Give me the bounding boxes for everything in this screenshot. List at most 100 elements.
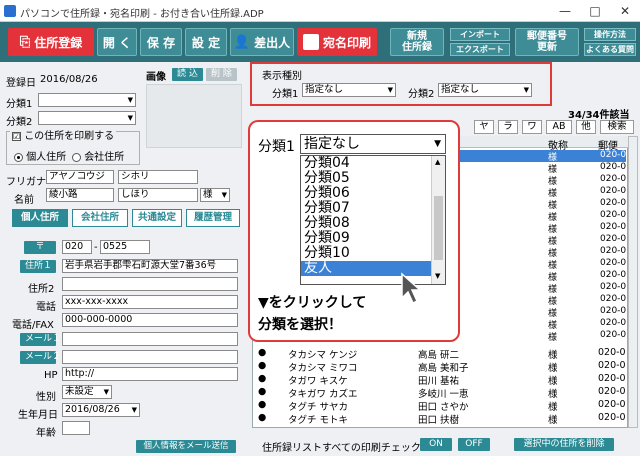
cat2-select[interactable]: ▼ (38, 111, 136, 125)
callout-cat-select[interactable]: 指定なし ▼ (300, 134, 446, 154)
table-row[interactable]: 様 020-0 (548, 174, 628, 187)
howto-button[interactable]: 操作方法 (584, 28, 636, 41)
tab-search[interactable]: 検索 (600, 120, 634, 134)
honorific-select[interactable]: 様 ▼ (200, 188, 230, 202)
birth-select[interactable]: 2016/08/26 ▼ (62, 403, 140, 417)
dropdown-option[interactable]: 分類04 (301, 156, 431, 171)
dropdown-option[interactable]: 分類05 (301, 171, 431, 186)
mail2-input[interactable] (62, 350, 238, 364)
table-row[interactable]: ● タキガワ カズエ 多岐川 一恵 様 020-0 (252, 386, 628, 400)
zip2-input[interactable]: 0525 (100, 240, 150, 254)
mail2-button[interactable]: メール２ (20, 351, 61, 364)
mail1-button[interactable]: メール１ (20, 333, 61, 346)
dk-cat2-label: 分類2 (408, 89, 435, 100)
age-input[interactable] (62, 421, 90, 435)
address1-button[interactable]: 住所１ (20, 260, 56, 273)
tab-ya[interactable]: ヤ (474, 120, 494, 134)
radio-company[interactable]: 会社住所 (72, 148, 124, 163)
tab-wa[interactable]: ワ (522, 120, 542, 134)
table-row[interactable]: ● タカシマ ケンジ 高島 研二 様 020-0 (252, 347, 628, 361)
table-row[interactable]: 様 020-0 (548, 150, 628, 163)
settings-button[interactable]: 設 定 (185, 28, 227, 56)
furigana-last-input[interactable]: アヤノコウジ (46, 170, 114, 184)
print-all-off-button[interactable]: OFF (458, 438, 490, 451)
zip-button[interactable]: 〒 (24, 241, 56, 254)
table-row[interactable]: 様 020-0 (548, 162, 628, 175)
close-button[interactable]: ✕ (610, 0, 640, 22)
mail1-input[interactable] (62, 332, 238, 346)
dropdown-option[interactable]: 分類06 (301, 186, 431, 201)
table-row[interactable]: 様 020-0 (548, 318, 628, 331)
tab-personal[interactable]: 個人住所 (12, 209, 68, 227)
table-row[interactable]: ● タグチ サヤカ 田口 さやか 様 020-0 (252, 399, 628, 413)
table-row[interactable]: 様 020-0 (548, 210, 628, 223)
label-print-button[interactable]: 宛名印刷 (297, 28, 377, 56)
table-row[interactable]: 様 020-0 (548, 282, 628, 295)
cat2-label: 分類2 (6, 117, 33, 128)
name-label: 名前 (14, 195, 34, 206)
zip1-input[interactable]: 020 (62, 240, 92, 254)
tab-company[interactable]: 会社住所 (72, 209, 128, 227)
furigana-first-input[interactable]: シホリ (118, 170, 198, 184)
minimize-button[interactable]: — (550, 0, 580, 22)
fax-input[interactable]: 000-000-0000 (62, 313, 238, 327)
dk-cat1-select[interactable]: 指定なし ▼ (302, 83, 396, 97)
row-mark: ● (258, 373, 267, 384)
address2-input[interactable] (62, 277, 238, 291)
save-button[interactable]: 保 存 (140, 28, 182, 56)
table-row[interactable]: 様 020-0 (548, 186, 628, 199)
table-row[interactable]: 様 020-0 (548, 294, 628, 307)
table-row[interactable]: 様 020-0 (548, 234, 628, 247)
tab-common[interactable]: 共通設定 (132, 209, 182, 227)
export-button[interactable]: エクスポート (450, 43, 510, 56)
import-button[interactable]: インポート (450, 28, 510, 41)
table-row[interactable]: 様 020-0 (548, 246, 628, 259)
table-row[interactable]: ● タカシマ ミワコ 高島 美和子 様 020-0 (252, 360, 628, 374)
delete-selected-button[interactable]: 選択中の住所を削除 (514, 438, 614, 451)
dk-cat2-select[interactable]: 指定なし ▼ (438, 83, 532, 97)
name-last-input[interactable]: 綾小路 (46, 188, 114, 202)
table-row[interactable]: ● タガワ キスケ 田川 基祐 様 020-0 (252, 373, 628, 387)
dropdown-option[interactable]: 分類10 (301, 246, 431, 261)
dropdown-option[interactable]: 分類09 (301, 231, 431, 246)
address1-input[interactable]: 岩手県岩手郡雫石町源大堂7番36号 (62, 259, 238, 273)
hp-input[interactable]: http:// (62, 367, 238, 381)
table-row[interactable]: 様 020-0 (548, 258, 628, 271)
cat1-select[interactable]: ▼ (38, 93, 136, 107)
fax-label: 電話/FAX (12, 320, 54, 331)
phone-input[interactable]: xxx-xxx-xxxx (62, 295, 238, 309)
gender-select[interactable]: 未設定 ▼ (62, 385, 112, 399)
zip-update-button[interactable]: 郵便番号 更新 (515, 28, 579, 56)
table-row[interactable]: 様 020-0 (548, 330, 628, 343)
sender-button[interactable]: 👤 差出人 (230, 28, 294, 56)
scrollbar[interactable] (628, 136, 638, 428)
tab-other[interactable]: 他 (576, 120, 596, 134)
send-mail-button[interactable]: 個人情報をメール送信 (136, 440, 236, 453)
dropdown-option[interactable]: 分類08 (301, 216, 431, 231)
tab-ab[interactable]: AB (546, 120, 572, 134)
table-row[interactable]: 様 020-0 (548, 222, 628, 235)
table-row[interactable]: 様 020-0 (548, 306, 628, 319)
open-button[interactable]: 開 く (97, 28, 137, 56)
row-zip: 020-0 (600, 330, 627, 340)
print-checkbox[interactable]: ☑ この住所を印刷する (10, 127, 117, 142)
tab-history[interactable]: 履歴管理 (186, 209, 240, 227)
faq-button[interactable]: よくある質問 (584, 43, 636, 56)
delete-image-button[interactable]: 削 除 (206, 68, 237, 81)
maximize-button[interactable]: □ (580, 0, 610, 22)
new-addressbook-button[interactable]: 新規 住所録 (390, 28, 444, 56)
table-row[interactable]: 様 020-0 (548, 270, 628, 283)
table-row[interactable]: ● タグチ モトキ 田口 扶樹 様 020-0 (252, 412, 628, 426)
register-button[interactable]: ⎘ 住所登録 (8, 28, 94, 56)
load-image-button[interactable]: 読 込 (172, 68, 203, 81)
instruction-line2: 分類を選択！ (258, 317, 342, 333)
dropdown-scrollbar[interactable]: ▲ ▼ (431, 156, 445, 284)
print-all-on-button[interactable]: ON (420, 438, 452, 451)
tab-ra[interactable]: ラ (498, 120, 518, 134)
dropdown-option[interactable]: 分類07 (301, 201, 431, 216)
table-row[interactable]: 様 020-0 (548, 198, 628, 211)
name-first-input[interactable]: しほり (118, 188, 198, 202)
callout-dropdown-list[interactable]: 分類04 分類05 分類06 分類07 分類08 分類09 分類10 友人 ▲ ▼ (300, 155, 446, 285)
scroll-thumb[interactable] (434, 196, 443, 260)
radio-personal[interactable]: 個人住所 (14, 148, 66, 163)
